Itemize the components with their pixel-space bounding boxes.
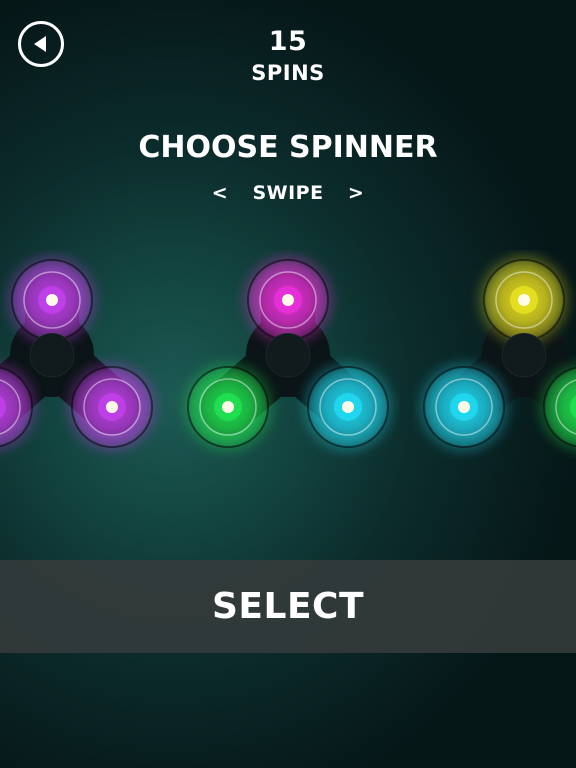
spinner-purple[interactable] <box>0 250 164 460</box>
swipe-right-arrow[interactable]: > <box>348 182 364 204</box>
page-title: CHOOSE SPINNER <box>138 130 438 165</box>
spin-counter: 15 <box>268 26 308 57</box>
spin-counter-label: SPINS <box>251 61 325 85</box>
spinner-carousel[interactable] <box>0 250 576 460</box>
spinner-yellow-cyan-green[interactable] <box>412 250 576 460</box>
swipe-hint: < SWIPE > <box>0 181 576 204</box>
spinner-graphic <box>420 256 576 451</box>
spinner-graphic <box>0 256 156 451</box>
swipe-label: SWIPE <box>252 181 324 204</box>
spinner-graphic <box>184 256 392 451</box>
swipe-left-arrow[interactable]: < <box>212 182 228 204</box>
select-button[interactable]: SELECT <box>0 560 576 653</box>
spinner-pink-green-cyan[interactable] <box>176 250 400 460</box>
